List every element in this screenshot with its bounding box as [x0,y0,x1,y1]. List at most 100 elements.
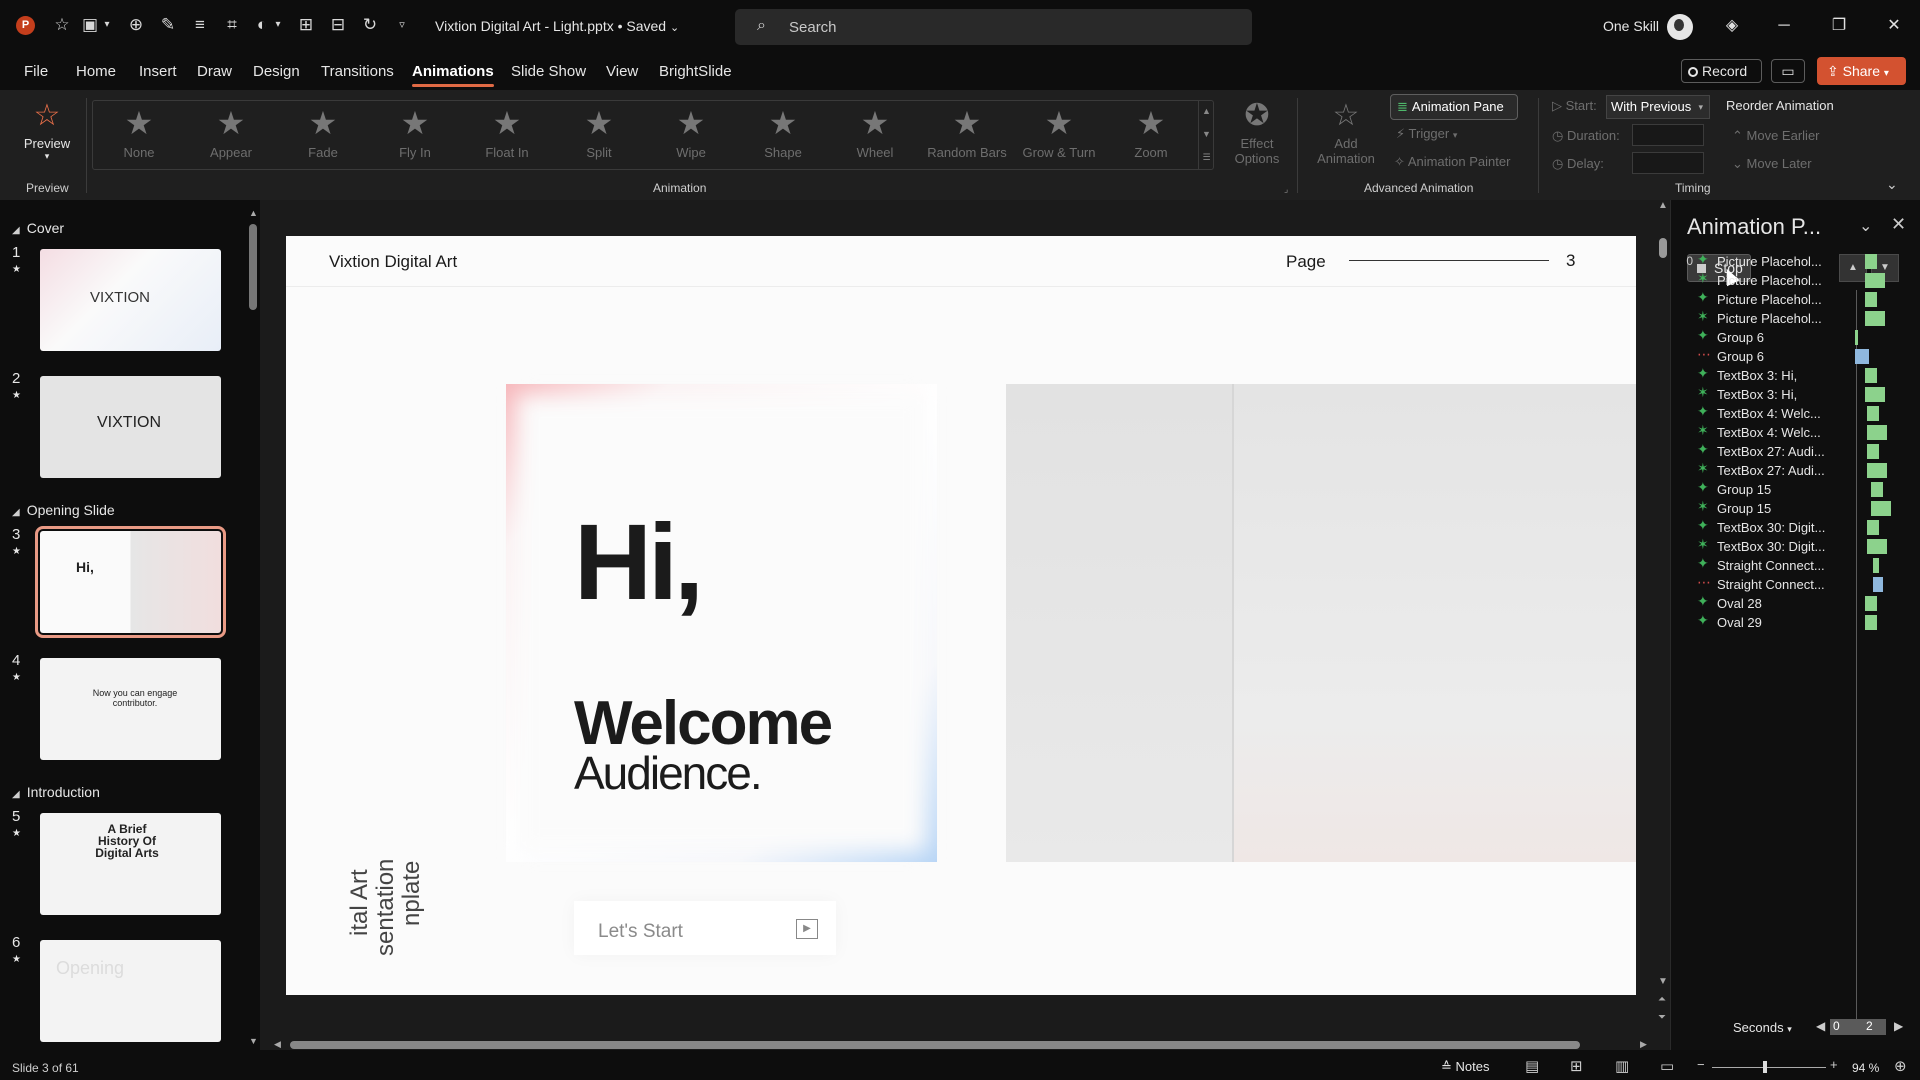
scroll-left-icon[interactable]: ◀ [274,1039,281,1050]
zoom-slider-thumb[interactable] [1763,1061,1767,1073]
timing-bar[interactable] [1865,254,1877,269]
tab-view[interactable]: View [606,63,638,80]
redo-icon[interactable]: ↻ [360,15,380,35]
previous-slide-icon[interactable]: ⏶ [1658,994,1666,1005]
pen-icon[interactable]: ✎ [158,15,178,35]
effect-options-button[interactable]: ✪ Effect Options [1222,96,1292,166]
timing-bar[interactable] [1873,577,1883,592]
dialog-launcher-icon[interactable]: ⌟ [1284,184,1288,195]
timing-bar[interactable] [1867,406,1879,421]
section-cover[interactable]: ◢ Cover [12,220,64,236]
animation-pane-button[interactable]: ≣ Animation Pane [1390,94,1518,120]
next-slide-icon[interactable]: ⏷ [1658,1012,1666,1023]
section-opening-slide[interactable]: ◢ Opening Slide [12,502,115,518]
slide-page-number[interactable]: 3 [1566,251,1575,271]
animation-list-item[interactable]: ✦ TextBox 4: Welc... [1681,403,1915,423]
move-earlier-button[interactable]: ⌃ Move Earlier [1732,128,1820,144]
slide[interactable]: Vixtion Digital Art Page 3 Hi, Welcome A… [286,236,1636,995]
animation-list-item[interactable]: ✦ TextBox 27: Audi... [1681,441,1915,461]
welcome-text[interactable]: Welcome [574,693,833,755]
gallery-none[interactable]: ★ None [93,101,185,171]
slide-thumbnail-3[interactable]: Hi, [35,526,226,638]
animation-list-item[interactable]: ✶ TextBox 3: Hi, [1681,384,1915,404]
slide-thumbnail-6[interactable]: Opening [40,940,221,1042]
gallery-fade[interactable]: ★ Fade [277,101,369,171]
tab-file[interactable]: File [24,63,48,80]
animation-list-item[interactable]: ✶ Picture Placehol... [1681,308,1915,328]
expand-gallery-icon[interactable]: ☰ [1199,146,1214,169]
collapse-ribbon-icon[interactable]: ⌄ [1886,176,1898,193]
timing-bar[interactable] [1865,273,1885,288]
slide-page-label[interactable]: Page [1286,252,1326,272]
notes-button[interactable]: ≙ Notes [1441,1059,1490,1075]
zoom-in-icon[interactable]: + [1830,1057,1838,1072]
scroll-thumb[interactable] [290,1041,1580,1049]
move-later-button[interactable]: ⌄ Move Later [1732,156,1812,172]
align-icon[interactable]: ≡ [190,15,210,35]
user-name[interactable]: One Skill [1603,18,1659,34]
timing-bar[interactable] [1873,558,1879,573]
close-icon[interactable]: ✕ [1891,214,1906,235]
timing-bar[interactable] [1865,615,1877,630]
animation-list-item[interactable]: ✦ Group 6 [1681,327,1915,347]
gallery-grow-turn[interactable]: ★ Grow & Turn [1013,101,1105,171]
gallery-float-in[interactable]: ★ Float In [461,101,553,171]
animation-list-item[interactable]: ✶ TextBox 27: Audi... [1681,460,1915,480]
slide-show-icon[interactable]: ▭ [1660,1057,1674,1075]
slide-page-line[interactable] [1349,260,1549,261]
animation-list-item[interactable]: ✶ Picture Placehol... [1681,270,1915,290]
gallery-appear[interactable]: ★ Appear [185,101,277,171]
select-icon[interactable]: ⊕ [126,15,146,35]
picture-placeholder-right[interactable] [1232,384,1636,862]
gallery-shape[interactable]: ★ Shape [737,101,829,171]
zoom-level[interactable]: 94 % [1852,1061,1879,1075]
slide-thumbnail-4[interactable]: Now you can engage contributor. [40,658,221,760]
gallery-zoom[interactable]: ★ Zoom [1105,101,1197,171]
slide-thumbnail-5[interactable]: A Brief History Of Digital Arts [40,813,221,915]
slide-sorter-icon[interactable]: ⊞ [1570,1057,1583,1075]
gallery-split[interactable]: ★ Split [553,101,645,171]
picture-placeholder-left[interactable] [1006,384,1232,862]
animation-list-item[interactable]: ✦ Picture Placehol... [1681,289,1915,309]
shapes-dropdown-icon[interactable]: ▾ [268,15,288,35]
animation-list-item[interactable]: ✦ TextBox 3: Hi, [1681,365,1915,385]
chevron-down-icon[interactable]: ▼ [1199,123,1214,146]
animation-list-item[interactable]: ⋯ Straight Connect... [1681,574,1915,594]
scroll-down-icon[interactable]: ▼ [249,1036,258,1046]
crop-icon[interactable]: ⌗ [222,15,242,35]
save-dropdown-icon[interactable]: ▾ [97,15,117,35]
normal-view-icon[interactable]: ▤ [1525,1057,1539,1075]
scale-right-icon[interactable]: ▶ [1894,1019,1903,1033]
tab-animations[interactable]: Animations [412,63,494,87]
animation-list-item[interactable]: ⋯ Group 6 [1681,346,1915,366]
pane-options-icon[interactable]: ⌄ [1859,216,1872,236]
zoom-slider[interactable] [1712,1061,1826,1073]
timing-bar[interactable] [1867,425,1887,440]
chevron-up-icon[interactable]: ▲ [1199,100,1214,123]
timing-bar[interactable] [1865,292,1877,307]
tab-home[interactable]: Home [76,63,116,80]
scroll-down-icon[interactable]: ▼ [1658,976,1668,987]
vertical-text-2[interactable]: sentation [372,859,400,956]
timeline-scale[interactable]: ◀ 0 2 ▶ [1816,1018,1906,1036]
timing-bar[interactable] [1867,520,1879,535]
animation-list-item[interactable]: ✦ Oval 28 [1681,593,1915,613]
timing-bar[interactable] [1865,311,1885,326]
search-input[interactable]: ⌕ Search [735,9,1252,45]
preview-button[interactable]: ☆ Preview ▾ [14,96,80,176]
distribute-icon[interactable]: ⊞ [296,15,316,35]
tab-transitions[interactable]: Transitions [321,63,394,80]
timing-bar[interactable] [1871,501,1891,516]
animation-list-item[interactable]: ✶ Group 15 [1681,498,1915,518]
record-button[interactable]: Record [1681,59,1762,83]
add-animation-button[interactable]: ☆ Add Animation [1304,96,1388,166]
tab-slide-show[interactable]: Slide Show [511,63,586,80]
lets-start-button[interactable]: Let's Start ▶ [574,901,836,955]
animation-painter-button[interactable]: ✧ Animation Painter [1394,154,1510,170]
timing-bar[interactable] [1865,596,1877,611]
timing-bar[interactable] [1867,463,1887,478]
gallery-wipe[interactable]: ★ Wipe [645,101,737,171]
vertical-text-3[interactable]: nplate [398,861,426,926]
animation-list-item[interactable]: ✶ TextBox 4: Welc... [1681,422,1915,442]
duration-input[interactable] [1632,124,1704,146]
